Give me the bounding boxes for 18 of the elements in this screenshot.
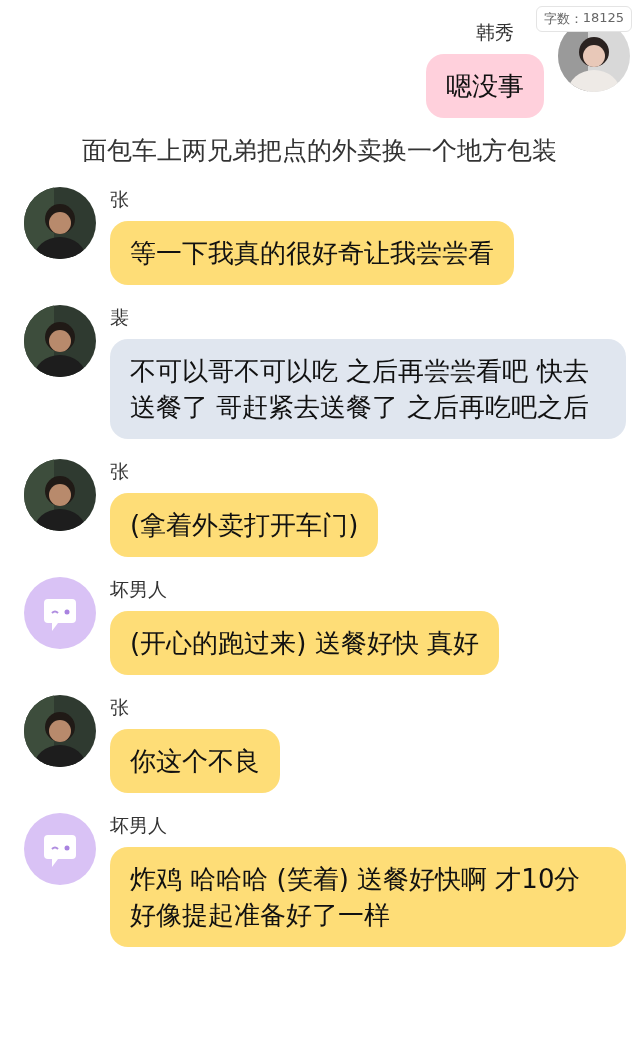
sender-name: 张 <box>110 459 129 484</box>
message-bubble: (拿着外卖打开车门) <box>110 493 379 557</box>
sender-name: 韩秀 <box>476 20 514 45</box>
word-count-badge: 字数：18125 <box>535 6 632 32</box>
sender-name: 坏男人 <box>110 813 167 838</box>
chat-bubble-avatar-icon <box>24 577 96 649</box>
message-bubble: 炸鸡 哈哈哈 (笑着) 送餐好快啊 才10分好像提起准备好了一样 <box>110 847 626 947</box>
message-bubble: 不可以哥不可以吃 之后再尝尝看吧 快去送餐了 哥赶紧去送餐了 之后再吃吧之后 <box>110 339 626 439</box>
message-bubble: 嗯没事 <box>426 54 544 118</box>
sender-name: 裴 <box>110 305 129 330</box>
narration-text: 面包车上两兄弟把点的外卖换一个地方包装 <box>81 135 558 167</box>
message-bubble: (开心的跑过来) 送餐好快 真好 <box>110 611 499 675</box>
message-bubble: 你这个不良 <box>110 729 280 793</box>
sender-name: 张 <box>110 187 129 212</box>
sender-name: 坏男人 <box>110 577 167 602</box>
sender-name: 张 <box>110 695 129 720</box>
chat-bubble-avatar-icon <box>24 813 96 885</box>
message-bubble: 等一下我真的很好奇让我尝尝看 <box>110 221 514 285</box>
